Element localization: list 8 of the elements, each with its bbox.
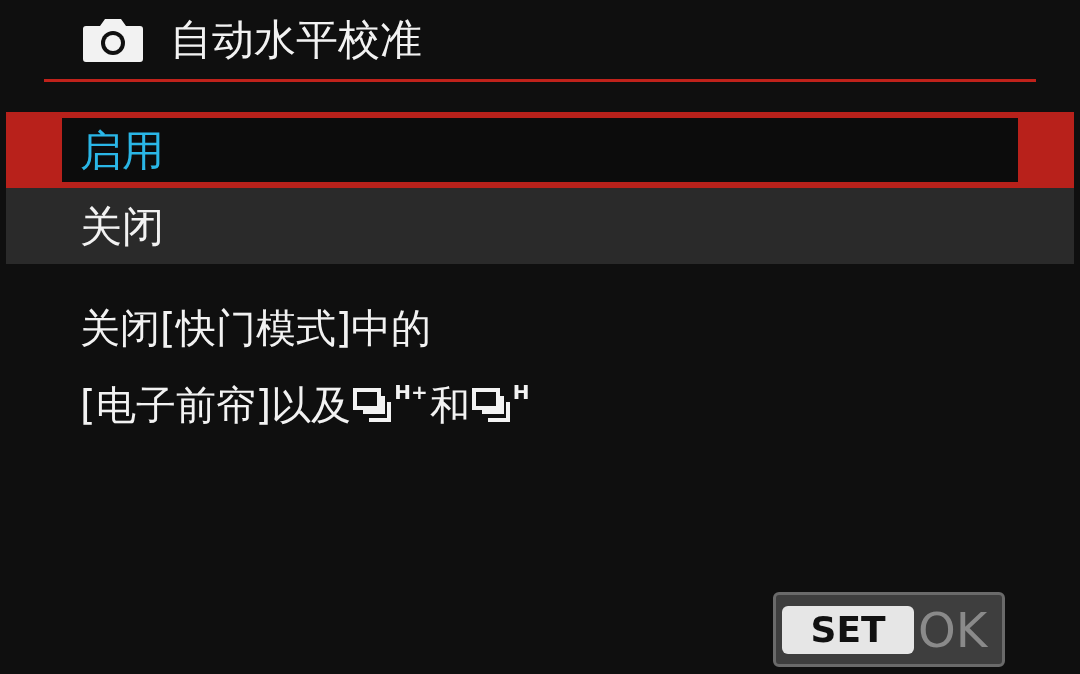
ok-button[interactable]: SET OK xyxy=(773,592,1005,667)
description-text: [电子前帘]以及 xyxy=(80,381,352,430)
menu-option[interactable]: 关闭 xyxy=(6,188,1074,264)
description-text: 和 xyxy=(429,381,470,430)
menu-option[interactable]: 启用 xyxy=(6,112,1074,188)
description-text: 关闭[快门模式]中的 xyxy=(80,304,432,353)
menu-title: 自动水平校准 xyxy=(170,18,422,61)
camera-icon xyxy=(82,17,144,62)
